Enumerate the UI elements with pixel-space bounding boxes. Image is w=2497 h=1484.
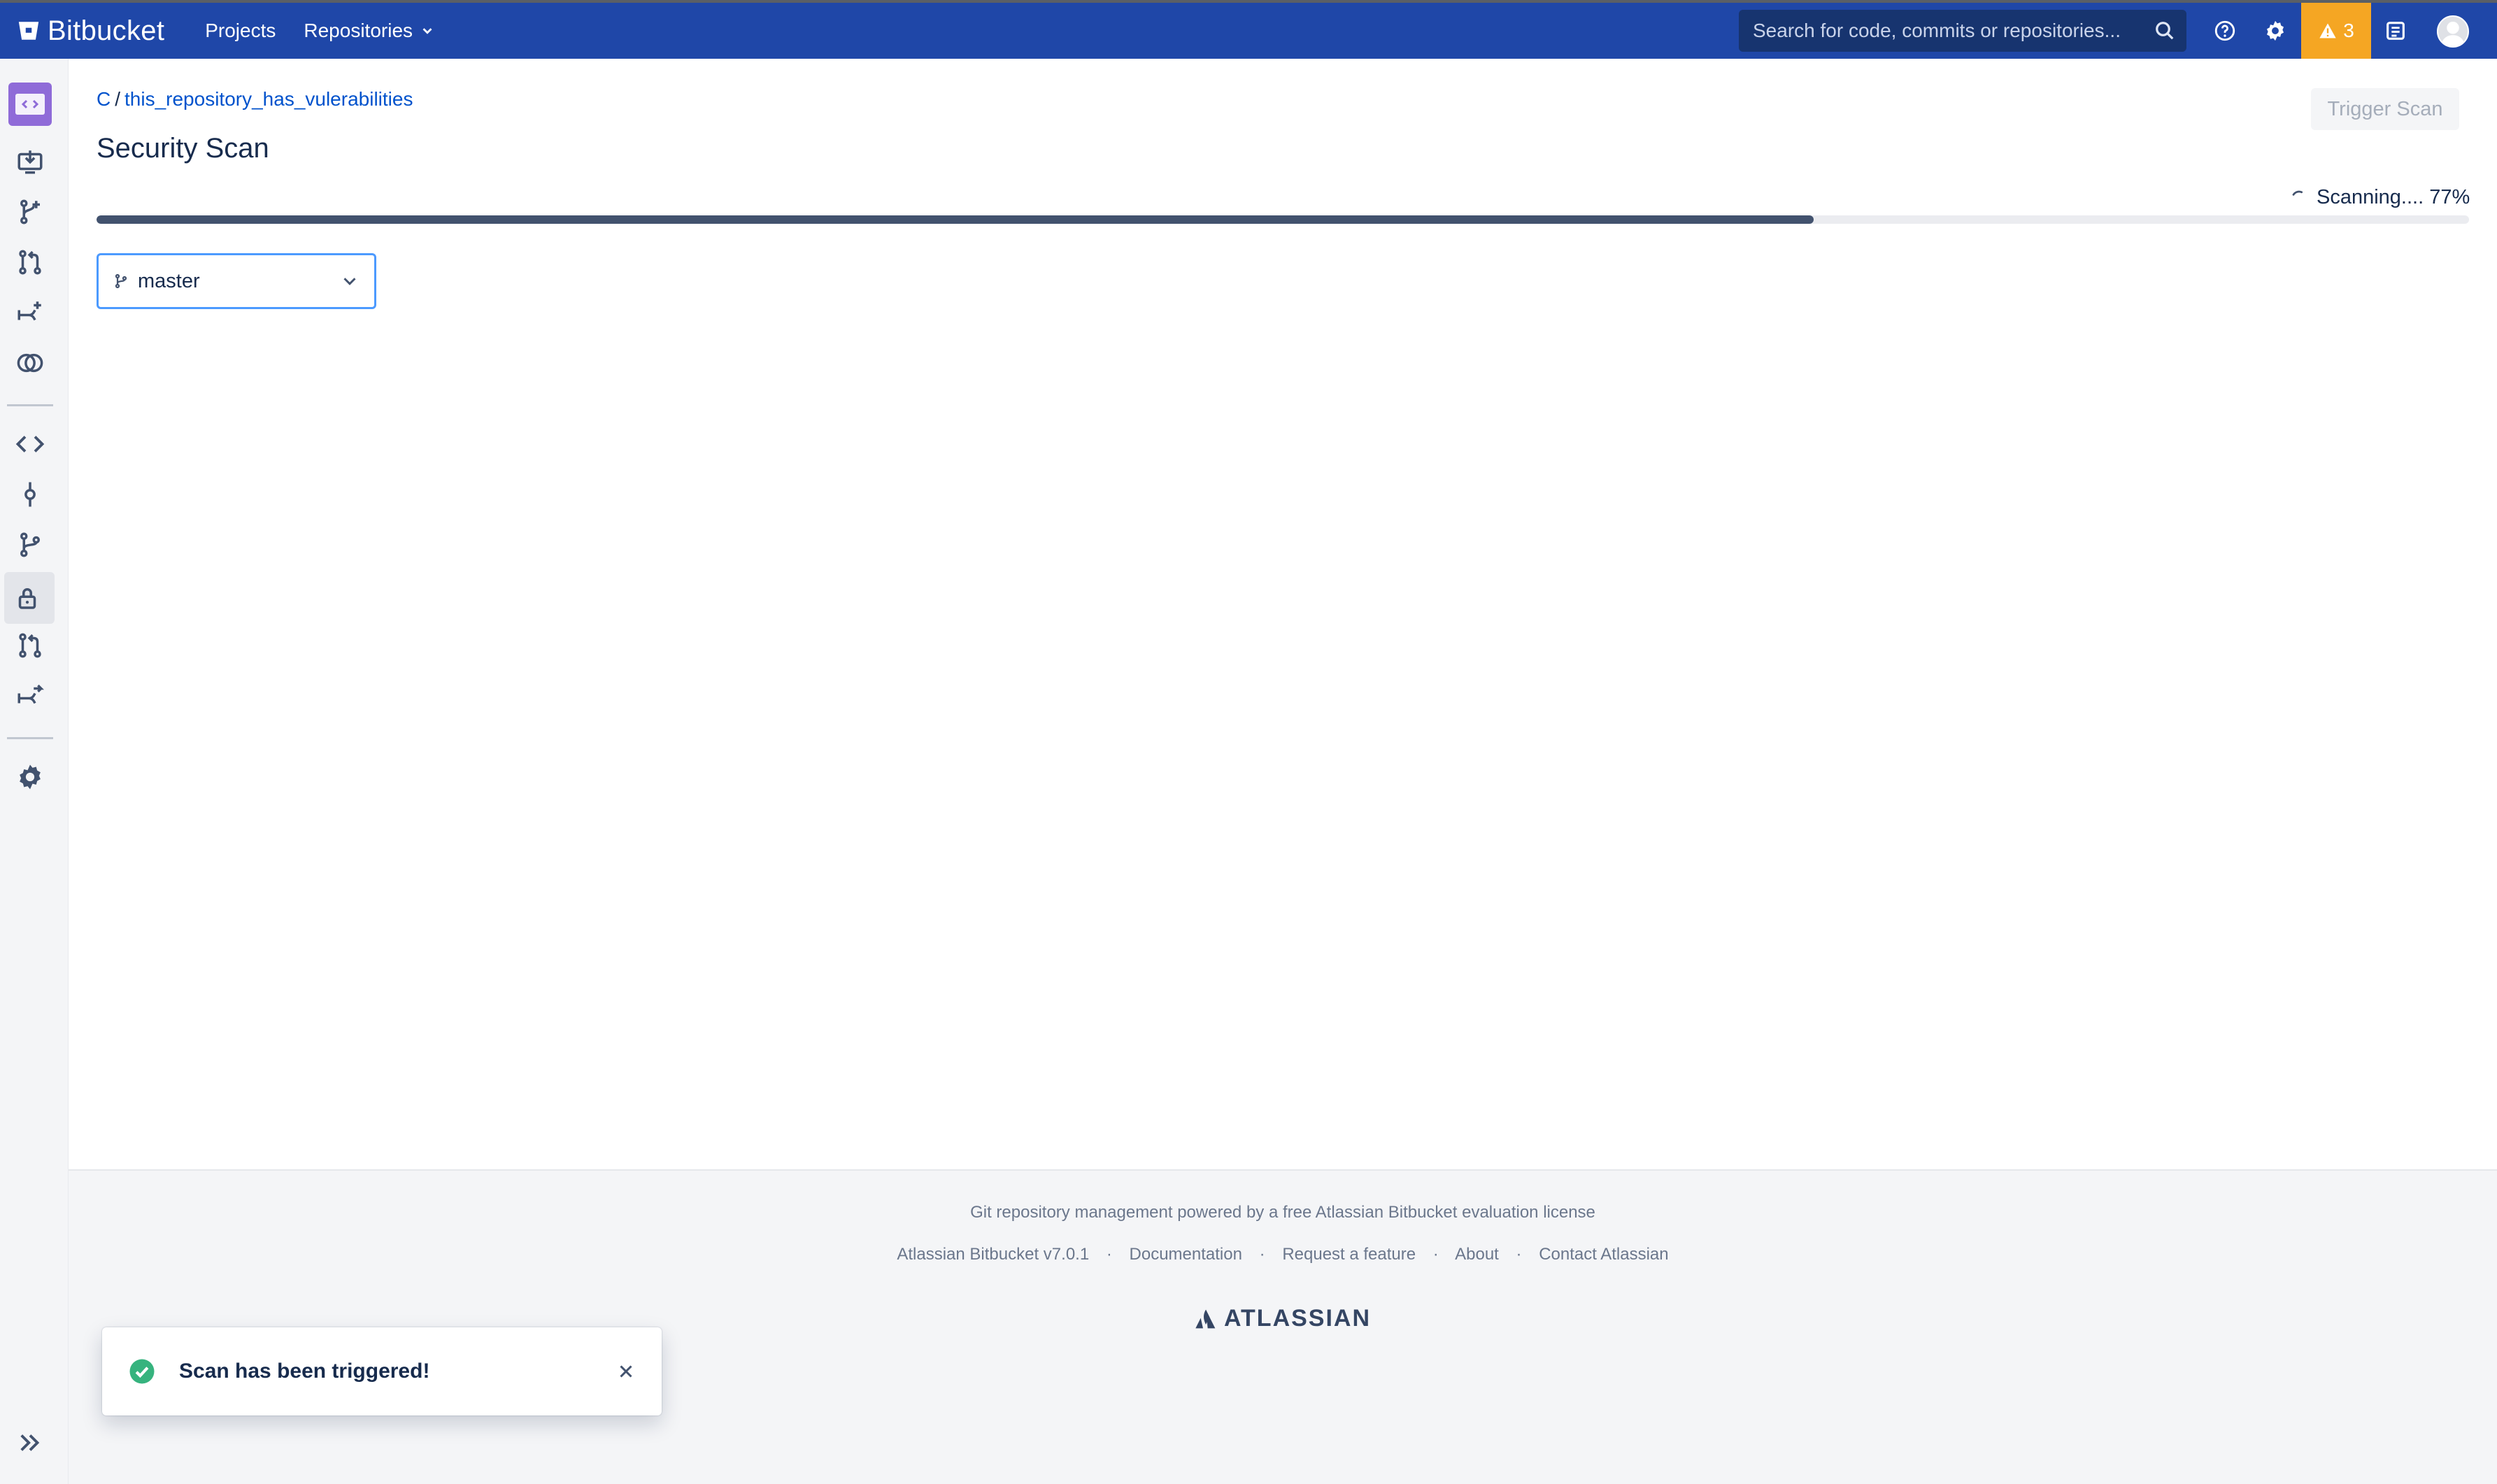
footer-separator: · xyxy=(1259,1245,1265,1264)
sidebar-fork[interactable] xyxy=(15,298,45,327)
success-flag: Scan has been triggered! xyxy=(102,1327,662,1415)
compare-icon xyxy=(17,353,43,373)
sidebar-commits[interactable] xyxy=(15,480,45,509)
branch-selector-value: master xyxy=(138,269,200,292)
breadcrumb-separator: / xyxy=(115,88,121,110)
breadcrumb: C / this_repository_has_vulerabilities xyxy=(97,88,413,110)
user-icon xyxy=(2440,22,2466,46)
help-icon[interactable] xyxy=(2213,19,2237,43)
repository-avatar[interactable] xyxy=(8,83,52,126)
footer-separator: · xyxy=(1432,1245,1439,1264)
success-check-icon xyxy=(129,1359,155,1384)
search-box[interactable] xyxy=(1739,10,2186,52)
sidebar-branches[interactable] xyxy=(15,530,45,559)
footer-version: Atlassian Bitbucket v7.0.1 xyxy=(897,1245,1090,1264)
scan-progress-bar xyxy=(97,215,2469,224)
sidebar-create-branch[interactable] xyxy=(15,197,45,227)
bitbucket-logo-icon xyxy=(18,22,39,40)
create-pull-request-icon xyxy=(19,250,41,275)
commits-icon xyxy=(24,482,36,507)
sidebar-compare[interactable] xyxy=(15,348,45,378)
nav-repositories[interactable]: Repositories xyxy=(304,20,435,42)
bitbucket-logo[interactable]: Bitbucket xyxy=(17,15,164,47)
chevron-down-icon xyxy=(422,28,432,34)
branches-icon xyxy=(20,532,40,557)
sidebar-divider xyxy=(7,404,53,406)
user-avatar[interactable] xyxy=(2437,15,2469,48)
atlassian-brand-text: ATLASSIAN xyxy=(1224,1305,1372,1332)
breadcrumb-project[interactable]: C xyxy=(97,88,111,110)
branch-selector[interactable]: master xyxy=(97,253,376,309)
footer-request-feature-link[interactable]: Request a feature xyxy=(1282,1245,1416,1264)
create-branch-icon xyxy=(20,199,40,224)
source-code-icon xyxy=(15,436,45,452)
sidebar-divider xyxy=(7,737,53,739)
spinner-icon xyxy=(2292,190,2303,196)
footer-documentation-link[interactable]: Documentation xyxy=(1130,1245,1242,1264)
sidebar-pull-requests[interactable] xyxy=(15,631,45,660)
flag-message: Scan has been triggered! xyxy=(179,1360,430,1383)
sidebar-settings[interactable] xyxy=(15,762,45,792)
atlassian-logo-icon xyxy=(1195,1309,1216,1328)
sidebar-source[interactable] xyxy=(15,429,45,459)
top-navigation-bar: Bitbucket Projects Repositories 3 xyxy=(0,0,2497,59)
breadcrumb-repository[interactable]: this_repository_has_vulerabilities xyxy=(125,88,413,110)
trigger-scan-button[interactable]: Trigger Scan xyxy=(2311,88,2459,130)
footer-about-link[interactable]: About xyxy=(1455,1245,1499,1264)
footer-separator: · xyxy=(1516,1245,1522,1264)
settings-icon xyxy=(20,764,41,790)
sidebar-create-pull-request[interactable] xyxy=(15,248,45,277)
page-title: Security Scan xyxy=(97,133,269,164)
notifications-icon[interactable] xyxy=(2384,19,2407,43)
scan-status: Scanning.... 77% xyxy=(2289,186,2470,209)
pull-requests-icon xyxy=(19,633,41,658)
sidebar-expand[interactable] xyxy=(15,1428,45,1457)
sidebar-clone[interactable] xyxy=(15,147,45,176)
app-name: Bitbucket xyxy=(48,15,165,46)
nav-projects[interactable]: Projects xyxy=(205,20,276,42)
sidebar-security-scan[interactable] xyxy=(13,583,42,613)
chevron-down-icon xyxy=(343,278,356,285)
code-icon xyxy=(15,94,45,115)
sidebar xyxy=(0,59,69,1484)
double-chevron-right-icon xyxy=(20,1434,40,1451)
gear-icon[interactable] xyxy=(2263,19,2287,43)
footer: Git repository management powered by a f… xyxy=(69,1169,2497,1484)
sidebar-forks[interactable] xyxy=(15,681,45,711)
footer-links: Atlassian Bitbucket v7.0.1 · Documentati… xyxy=(69,1245,2497,1264)
footer-contact-link[interactable]: Contact Atlassian xyxy=(1539,1245,1668,1264)
close-icon[interactable] xyxy=(616,1361,636,1382)
warning-icon xyxy=(2319,23,2336,38)
branch-icon xyxy=(115,273,127,289)
fork-icon xyxy=(17,301,41,321)
footer-license: Git repository management powered by a f… xyxy=(970,1203,1595,1222)
search-icon[interactable] xyxy=(2154,20,2175,41)
footer-separator: · xyxy=(1106,1245,1112,1264)
nav-repositories-label: Repositories xyxy=(304,20,413,41)
scan-status-text: Scanning.... 77% xyxy=(2317,186,2470,208)
alerts-button[interactable]: 3 xyxy=(2301,3,2371,59)
lock-icon xyxy=(18,588,36,609)
scan-progress-fill xyxy=(97,215,1814,224)
nav-projects-label: Projects xyxy=(205,20,276,41)
alerts-count: 3 xyxy=(2343,20,2354,41)
search-input[interactable] xyxy=(1753,20,2144,42)
clone-icon xyxy=(17,150,43,174)
forks-icon xyxy=(17,684,44,704)
atlassian-logo[interactable]: ATLASSIAN xyxy=(1193,1305,1371,1332)
